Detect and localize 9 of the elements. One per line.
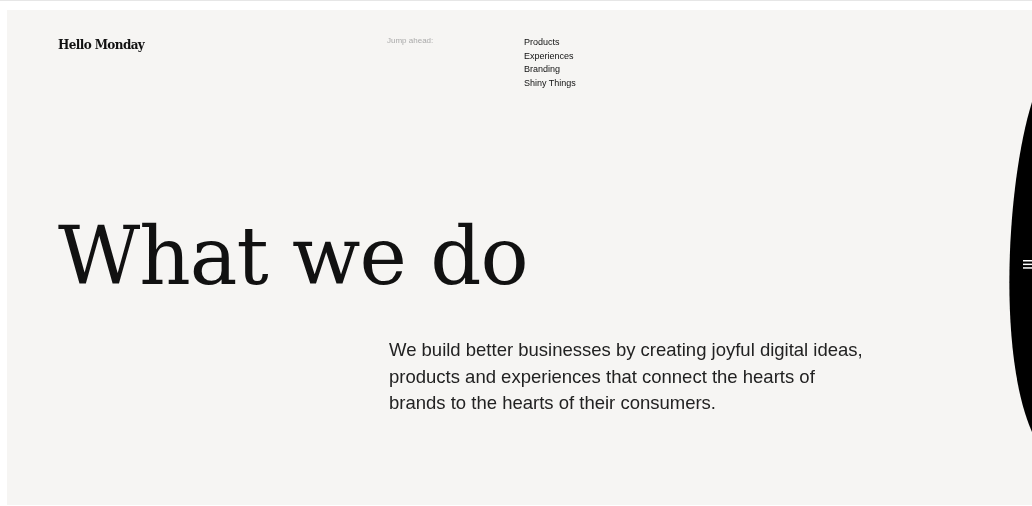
nav-link[interactable]: Experiences [524,49,576,63]
hero-title: What we do [58,217,528,297]
nav-link[interactable]: Shiny Things [524,76,576,90]
menu-icon[interactable] [1023,260,1032,269]
jump-label: Jump ahead: [387,36,435,45]
intro-paragraph: We build better businesses by creating joyful digital ideas, products and experiences that connect the hearts of brands to the hearts of their consumers. [389,338,864,415]
nav-link[interactable]: Branding [524,63,576,77]
logo[interactable]: Hello Monday [58,38,387,52]
nav-link[interactable]: Products [524,36,576,50]
